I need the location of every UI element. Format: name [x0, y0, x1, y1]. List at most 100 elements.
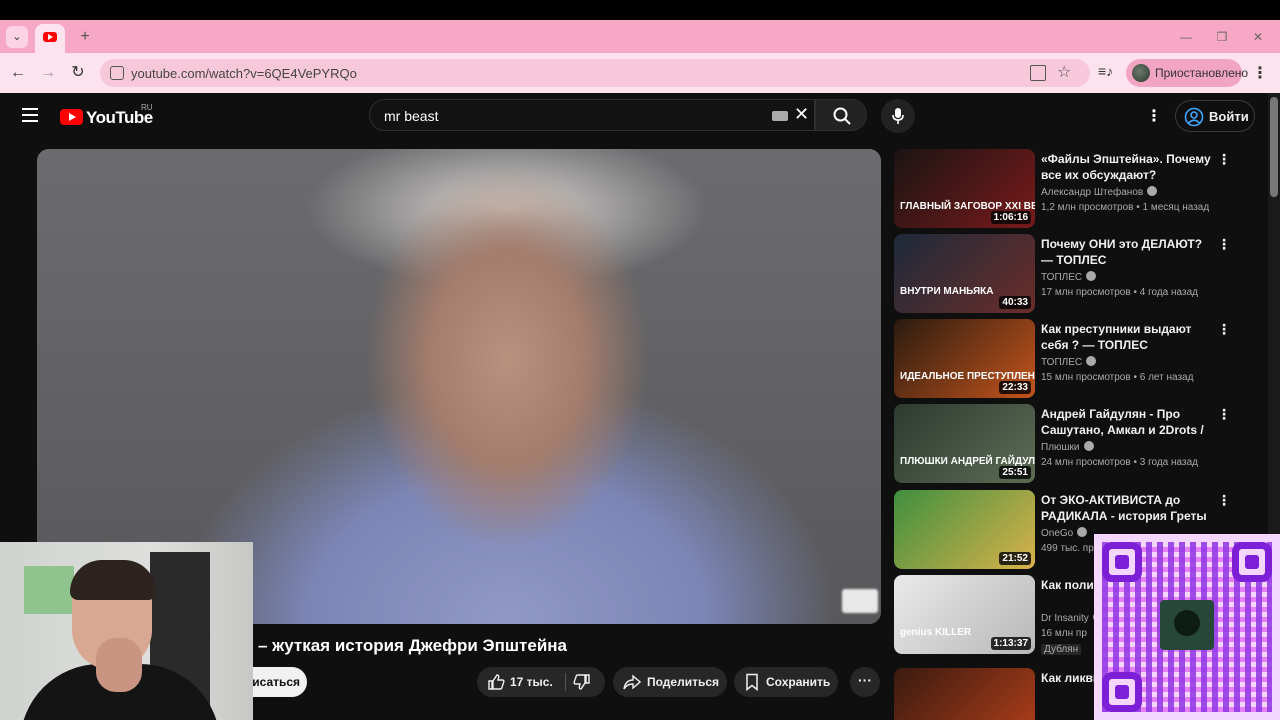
- back-arrow-icon[interactable]: ←: [7, 62, 29, 84]
- video-duration-badge: 22:33: [999, 381, 1031, 394]
- recommendation-meta: 16 млн пр: [1041, 628, 1087, 639]
- channel-name[interactable]: Dr Insanity: [1041, 613, 1089, 624]
- url-text[interactable]: youtube.com/watch?v=6QE4VePYRQo: [131, 66, 357, 81]
- like-dislike-group: 17 тыс.: [477, 667, 605, 697]
- minimize-icon[interactable]: —: [1168, 26, 1204, 48]
- reload-icon[interactable]: ↻: [67, 62, 89, 84]
- channel-name[interactable]: ТОПЛЕС: [1041, 357, 1082, 368]
- video-duration-badge: 40:33: [999, 296, 1031, 309]
- scrollbar-thumb[interactable]: [1270, 97, 1278, 197]
- voice-search-button[interactable]: [881, 99, 915, 133]
- hamburger-menu-icon[interactable]: [22, 108, 38, 122]
- thumbnail-caption: ВНУТРИ МАНЬЯКА: [900, 286, 994, 297]
- qr-finder-bottom-left: [1102, 672, 1142, 712]
- verified-check-icon: [1147, 186, 1158, 196]
- new-tab-plus-icon[interactable]: +: [76, 26, 94, 48]
- keyboard-icon[interactable]: [772, 111, 788, 121]
- channel-name[interactable]: ТОПЛЕС: [1041, 272, 1082, 283]
- recommendation-channel[interactable]: Александр Штефанов: [1041, 186, 1158, 198]
- youtube-favicon-icon: [43, 32, 57, 42]
- site-info-icon[interactable]: [110, 66, 124, 80]
- profile-status-label: Приостановлено: [1155, 66, 1249, 80]
- share-button[interactable]: Поделиться: [613, 667, 727, 697]
- recommendation-item[interactable]: ВНУТРИ МАНЬЯКА 40:33 Почему ОНИ это ДЕЛАЮТ…: [894, 234, 1254, 314]
- recommendation-thumbnail[interactable]: [894, 668, 1035, 720]
- recommendation-thumbnail[interactable]: 21:52: [894, 490, 1035, 569]
- bookmark-icon: [746, 673, 758, 691]
- recommendation-thumbnail[interactable]: ПЛЮШКИ АНДРЕЙ ГАЙДУЛЯН 25:51: [894, 404, 1035, 483]
- recommendation-title[interactable]: Андрей Гайдулян - Про Сашутано, Амкал и …: [1041, 406, 1213, 438]
- recommendation-channel[interactable]: ТОПЛЕС: [1041, 271, 1097, 283]
- thumbnail-caption: genius KILLER: [900, 627, 972, 638]
- more-actions-icon[interactable]: ···: [850, 667, 880, 697]
- recommendation-thumbnail[interactable]: ГЛАВНЫЙ ЗАГОВОР XXI ВЕКА1:06:16: [894, 149, 1035, 228]
- browser-tab-strip: ⌄ + — ❐ ✕: [0, 20, 1280, 53]
- recommendation-menu-icon[interactable]: ⋮: [1217, 236, 1231, 253]
- forward-arrow-icon[interactable]: →: [37, 62, 59, 84]
- search-query[interactable]: mr beast: [384, 108, 438, 124]
- recommendation-thumbnail[interactable]: genius KILLER 1:13:37: [894, 575, 1035, 654]
- recommendation-menu-icon[interactable]: ⋮: [1217, 151, 1231, 168]
- recommendation-menu-icon[interactable]: ⋮: [1217, 492, 1231, 509]
- recommendation-thumbnail[interactable]: ВНУТРИ МАНЬЯКА 40:33: [894, 234, 1035, 313]
- recommendation-item[interactable]: ПЛЮШКИ АНДРЕЙ ГАЙДУЛЯН 25:51 Андрей Гайдул…: [894, 404, 1254, 484]
- recommendation-item[interactable]: ИДЕАЛЬНОЕ ПРЕСТУПЛЕНИЕ 22:33 Как преступни…: [894, 319, 1254, 399]
- dubbed-badge: Дублян: [1041, 644, 1082, 655]
- thumbs-up-icon[interactable]: [487, 673, 505, 691]
- channel-name[interactable]: Плюшки: [1041, 442, 1080, 453]
- channel-name[interactable]: OneGo: [1041, 528, 1073, 539]
- tab-search-chevron-icon[interactable]: ⌄: [6, 26, 28, 48]
- save-button[interactable]: Сохранить: [734, 667, 838, 697]
- browser-tab-youtube[interactable]: [35, 24, 65, 53]
- channel-name[interactable]: Александр Штефанов: [1041, 187, 1143, 198]
- subscribe-label: писаться: [245, 675, 301, 689]
- country-code: RU: [141, 103, 153, 112]
- video-duration-badge: 1:13:37: [990, 637, 1031, 650]
- recommendation-title[interactable]: Как преступники выдают себя ? — ТОПЛЕС: [1041, 321, 1213, 353]
- recommendation-title[interactable]: От ЭКО-АКТИВИСТА до РАДИКАЛА - история Г…: [1041, 492, 1213, 524]
- webcam-person-hair: [70, 560, 156, 600]
- search-icon: [833, 107, 851, 125]
- clear-search-icon[interactable]: ✕: [794, 104, 809, 125]
- signin-label: Войти: [1209, 109, 1249, 124]
- recommendation-item[interactable]: ГЛАВНЫЙ ЗАГОВОР XXI ВЕКА1:06:16«Файлы Эп…: [894, 149, 1254, 229]
- verified-check-icon: [1083, 441, 1094, 451]
- settings-menu-icon[interactable]: ⋮: [1146, 106, 1162, 126]
- video-duration-badge: 21:52: [999, 552, 1031, 565]
- qr-finder-top-left: [1102, 542, 1142, 582]
- like-count[interactable]: 17 тыс.: [510, 675, 553, 689]
- account-circle-icon: [1184, 107, 1204, 127]
- share-label: Поделиться: [647, 675, 720, 689]
- close-window-icon[interactable]: ✕: [1240, 26, 1276, 48]
- recommendation-menu-icon[interactable]: ⋮: [1217, 406, 1231, 423]
- recommendation-channel[interactable]: OneGo: [1041, 527, 1088, 539]
- install-app-icon[interactable]: [1030, 65, 1046, 81]
- bookmark-star-icon[interactable]: ☆: [1057, 62, 1071, 82]
- microphone-icon: [892, 108, 904, 124]
- video-title: – жуткая история Джефри Эпштейна: [258, 636, 568, 655]
- recommendation-channel[interactable]: ТОПЛЕС: [1041, 356, 1097, 368]
- youtube-header: YouTube RU mr beast ✕ ⋮ Войти: [0, 93, 1268, 139]
- qr-code-overlay: [1094, 534, 1280, 720]
- search-button[interactable]: [815, 99, 867, 131]
- verified-check-icon: [1077, 527, 1088, 537]
- recommendation-title[interactable]: «Файлы Эпштейна». Почему все их обсуждаю…: [1041, 151, 1213, 183]
- screen-top-bar: [0, 0, 1280, 20]
- address-bar[interactable]: youtube.com/watch?v=6QE4VePYRQo ☆: [100, 59, 1090, 87]
- profile-button[interactable]: Приостановлено: [1126, 59, 1248, 87]
- verified-check-icon: [1086, 271, 1097, 281]
- browser-toolbar: ← → ↻ youtube.com/watch?v=6QE4VePYRQo ☆ …: [0, 53, 1280, 93]
- signin-button[interactable]: Войти: [1175, 100, 1255, 132]
- media-controls-icon[interactable]: ≡♪: [1098, 63, 1113, 79]
- video-duration-badge: 1:06:16: [990, 211, 1031, 224]
- browser-menu-icon[interactable]: ⋮: [1252, 63, 1268, 83]
- recommendation-title[interactable]: Почему ОНИ это ДЕЛАЮТ? — ТОПЛЕС: [1041, 236, 1213, 268]
- video-frame-glare: [842, 589, 878, 613]
- search-input[interactable]: mr beast ✕: [369, 99, 815, 131]
- verified-check-icon: [1086, 356, 1097, 366]
- recommendation-channel[interactable]: Плюшки: [1041, 441, 1094, 453]
- recommendation-thumbnail[interactable]: ИДЕАЛЬНОЕ ПРЕСТУПЛЕНИЕ 22:33: [894, 319, 1035, 398]
- thumbs-down-icon[interactable]: [573, 673, 591, 691]
- recommendation-menu-icon[interactable]: ⋮: [1217, 321, 1231, 338]
- restore-icon[interactable]: ❐: [1204, 26, 1240, 48]
